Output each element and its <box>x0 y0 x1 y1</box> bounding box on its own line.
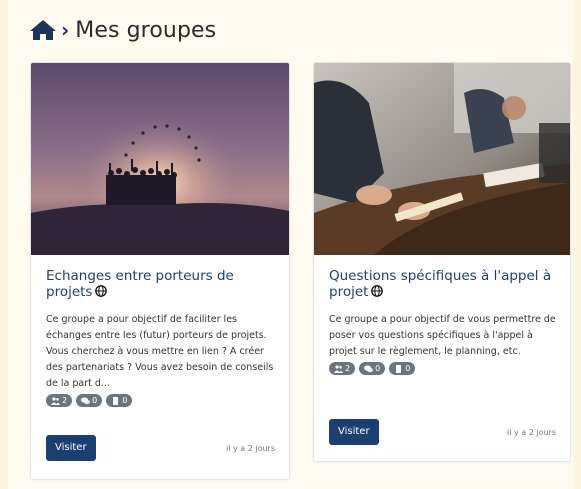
timestamp: il y a 2 jours <box>226 443 275 453</box>
globe-icon <box>371 285 384 297</box>
group-image <box>31 63 289 255</box>
comments-badge: 0 <box>76 394 103 407</box>
comments-icon <box>81 396 91 404</box>
users-icon <box>51 396 60 405</box>
group-card: Questions spécifiques à l'appel à projet… <box>313 62 571 462</box>
group-description: Ce groupe a pour objectif de vous permet… <box>329 314 556 357</box>
users-icon <box>334 364 343 373</box>
group-description: Ce groupe a pour objectif de faciliter l… <box>46 314 274 389</box>
page-title: Mes groupes <box>75 17 217 43</box>
members-badge: 2 <box>329 362 356 375</box>
visit-button[interactable]: Visiter <box>46 435 96 461</box>
file-icon <box>113 396 119 405</box>
home-icon[interactable] <box>29 18 57 42</box>
comments-badge: 0 <box>359 362 386 375</box>
visit-button[interactable]: Visiter <box>329 419 379 445</box>
group-image <box>314 63 570 255</box>
group-stats: 2 0 0 <box>46 394 275 407</box>
members-badge: 2 <box>46 394 73 407</box>
file-icon <box>396 364 402 373</box>
group-title[interactable]: Echanges entre porteurs de projets <box>46 268 275 300</box>
comments-icon <box>364 364 374 372</box>
card-footer: Visiter il y a 2 jours <box>329 419 556 445</box>
chevron-right-icon: › <box>61 18 70 42</box>
group-stats: 2 0 0 <box>329 362 556 375</box>
group-title[interactable]: Questions spécifiques à l'appel à projet <box>329 268 556 300</box>
card-footer: Visiter il y a 2 jours <box>46 435 275 461</box>
documents-badge: 0 <box>389 362 416 375</box>
group-card: Echanges entre porteurs de projets Ce gr… <box>30 62 290 480</box>
page-header: › Mes groupes <box>29 14 216 46</box>
globe-icon <box>95 285 108 297</box>
documents-badge: 0 <box>106 394 133 407</box>
timestamp: il y a 2 jours <box>507 427 556 437</box>
